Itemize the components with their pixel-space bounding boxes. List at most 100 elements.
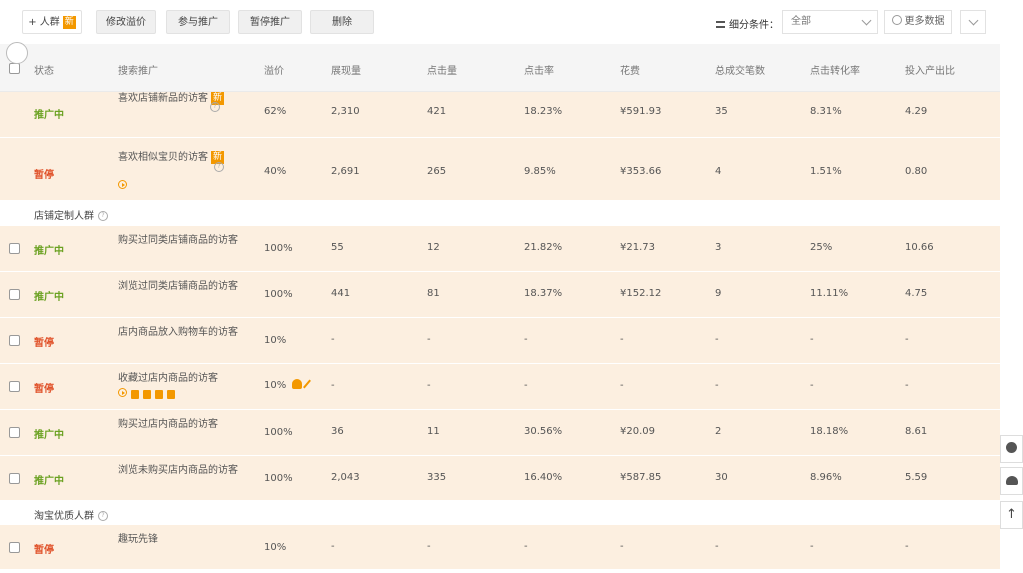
clicks-value: 335 (427, 472, 447, 483)
col-cost: 花费 (620, 66, 640, 77)
new-badge: 新 (62, 15, 76, 29)
clicks-value: 12 (427, 242, 440, 253)
cvr-value: 8.96% (810, 472, 842, 483)
help-icon: ? (210, 102, 220, 112)
premium-value: 10% (264, 335, 287, 346)
cost-value: ¥591.93 (620, 106, 662, 117)
delete-icon[interactable] (143, 389, 151, 399)
col-ctr: 点击率 (524, 66, 554, 77)
crowd-name: 喜欢相似宝贝的访客新 (118, 150, 225, 164)
row-checkbox[interactable] (9, 335, 20, 346)
delete-button[interactable]: 删除 (310, 10, 374, 34)
row-checkbox[interactable] (9, 243, 20, 254)
table-row[interactable]: 推广中 购买过店内商品的访客 100% 36 11 30.56% ¥20.09 … (0, 410, 1000, 456)
row-checkbox[interactable] (9, 427, 20, 438)
clicks-value: - (427, 380, 431, 391)
chat-button[interactable] (1000, 467, 1023, 495)
clicks-value: 421 (427, 106, 447, 117)
service-button[interactable] (1000, 435, 1023, 463)
table-row[interactable]: 推广中 浏览过同类店铺商品的访客 100% 441 81 18.37% ¥152… (0, 272, 1000, 318)
table-row[interactable]: 暂停 喜欢相似宝贝的访客新 ? 40% 2,691 265 9.85% ¥353… (0, 138, 1000, 201)
orders-value: 30 (715, 472, 728, 483)
row-checkbox[interactable] (9, 289, 20, 300)
roi-value: - (905, 380, 909, 391)
col-orders: 总成交笔数 (715, 66, 765, 77)
pause-icon[interactable] (131, 389, 139, 399)
add-crowd-button[interactable]: + 人群新 (22, 10, 82, 34)
table-row[interactable]: 推广中 购买过同类店铺商品的访客 100% 55 12 21.82% ¥21.7… (0, 226, 1000, 272)
ctr-value: 30.56% (524, 426, 563, 437)
impressions-value: 2,310 (331, 106, 360, 117)
status-badge: 推广中 (34, 292, 64, 303)
crowd-name: 浏览未购买店内商品的访客 (118, 465, 238, 476)
chevron-down-icon (861, 15, 872, 26)
gear-icon (891, 15, 902, 25)
cost-value: - (620, 380, 624, 391)
expand-button[interactable] (960, 10, 986, 34)
crowd-name: 收藏过店内商品的访客 (118, 373, 218, 384)
more-data-button[interactable]: 更多数据 (884, 10, 952, 34)
orders-value: 4 (715, 166, 722, 177)
cost-value: - (620, 334, 624, 345)
pause-promo-button[interactable]: 暂停推广 (238, 10, 302, 34)
scroll-handle[interactable] (6, 42, 28, 64)
status-badge: 暂停 (34, 545, 54, 556)
group-label: 淘宝优质人群? (34, 507, 108, 522)
col-impressions: 展现量 (331, 66, 361, 77)
filter-select[interactable]: 全部 (782, 10, 878, 34)
headset-icon (1006, 442, 1017, 453)
cvr-value: 11.11% (810, 288, 849, 299)
chart-icon[interactable] (155, 389, 163, 399)
roi-value: 10.66 (905, 242, 934, 253)
chevron-down-icon (968, 15, 979, 26)
ctr-value: - (524, 380, 528, 391)
toolbar: + 人群新 修改溢价 参与推广 暂停推广 删除 细分条件： 全部 更多数据 (0, 0, 1000, 42)
cost-value: ¥353.66 (620, 166, 662, 177)
table-row[interactable]: 推广中 喜欢店铺新品的访客新 ? 62% 2,310 421 18.23% ¥5… (0, 91, 1000, 138)
roi-value: 4.29 (905, 106, 928, 117)
table-row[interactable]: 推广中 浏览未购买店内商品的访客 100% 2,043 335 16.40% ¥… (0, 456, 1000, 501)
edit-icon[interactable] (303, 379, 311, 389)
status-badge: 暂停 (34, 384, 54, 395)
cvr-value: - (810, 380, 814, 391)
row-checkbox[interactable] (9, 542, 20, 553)
copy-icon[interactable] (167, 389, 175, 399)
table-row[interactable]: 暂停 店内商品放入购物车的访客 10% - - - - - - - (0, 318, 1000, 364)
arrow-up-icon: ↑ (1006, 507, 1017, 522)
roi-value: 8.61 (905, 426, 928, 437)
roi-value: - (905, 541, 909, 552)
col-premium: 溢价 (264, 66, 284, 77)
cost-value: ¥587.85 (620, 472, 662, 483)
group-header: 店铺定制人群? (0, 201, 1000, 225)
premium-value: 100% (264, 427, 293, 438)
help-icon: ? (98, 511, 108, 521)
play-icon[interactable] (118, 388, 127, 397)
crowd-name: 购买过同类店铺商品的访客 (118, 235, 238, 246)
back-to-top-button[interactable]: ↑ (1000, 501, 1023, 529)
select-all-checkbox[interactable] (9, 63, 20, 74)
col-cvr: 点击转化率 (810, 66, 860, 77)
roi-value: 5.59 (905, 472, 928, 483)
impressions-value: 55 (331, 242, 344, 253)
roi-value: 0.80 (905, 166, 928, 177)
orders-value: - (715, 541, 719, 552)
impressions-value: 2,043 (331, 472, 360, 483)
orders-value: - (715, 380, 719, 391)
row-checkbox[interactable] (9, 381, 20, 392)
status-badge: 推广中 (34, 476, 64, 487)
join-promo-button[interactable]: 参与推广 (166, 10, 230, 34)
table-row[interactable]: 暂停 趣玩先锋 10% - - - - - - - (0, 525, 1000, 570)
play-icon[interactable] (118, 180, 127, 189)
crowd-name: 喜欢店铺新品的访客新 (118, 91, 225, 105)
table-header: 状态 搜索推广 溢价 展现量 点击量 点击率 花费 总成交笔数 点击转化率 投入… (0, 44, 1000, 92)
status-badge: 推广中 (34, 110, 64, 121)
user-icon[interactable] (292, 379, 302, 389)
clicks-value: - (427, 541, 431, 552)
filter-value: 全部 (791, 16, 811, 27)
premium-value: 10% (264, 380, 287, 391)
table-row[interactable]: 暂停 收藏过店内商品的访客 10% - - - - - - - (0, 364, 1000, 410)
premium-value: 62% (264, 106, 287, 117)
filter-label: 细分条件： (716, 16, 779, 31)
row-checkbox[interactable] (9, 473, 20, 484)
modify-premium-button[interactable]: 修改溢价 (96, 10, 156, 34)
